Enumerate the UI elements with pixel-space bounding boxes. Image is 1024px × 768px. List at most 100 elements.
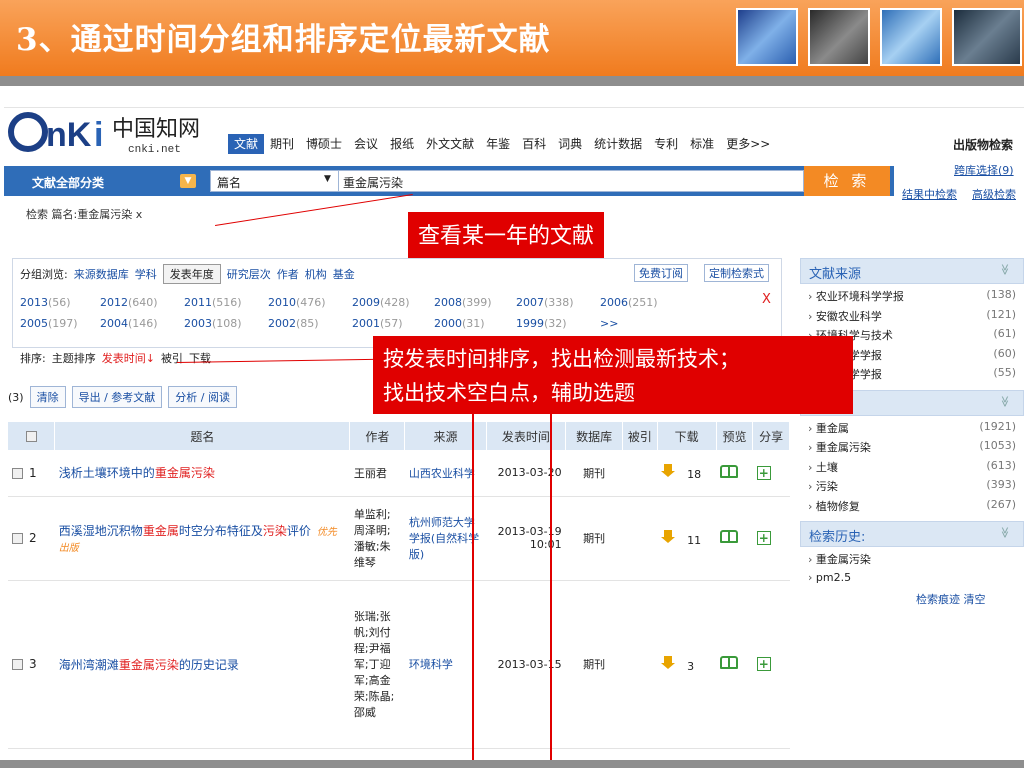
year-filter[interactable]: 2001(57) [352,317,403,330]
nav-item[interactable]: 专利 [648,134,684,154]
download-icon[interactable] [661,655,676,670]
facet-item[interactable]: 重金属 (1921) [808,420,1020,440]
history-panel-header[interactable]: 检索历史: ≫ [800,521,1024,547]
field-dropdown-icon[interactable]: ▼ [324,174,331,184]
download-cell: 11 [657,496,717,581]
nav-item[interactable]: 百科 [516,134,552,154]
group-tab[interactable]: 机构 [305,266,327,282]
history-item[interactable]: 重金属污染 [808,551,1020,571]
download-icon[interactable] [661,464,676,478]
year-filter[interactable]: 2008(399) [434,296,492,309]
sort-option[interactable]: 被引 [161,350,183,366]
table-row[interactable]: 1 浅析土壤环境中的重金属污染 王丽君 山西农业科学 2013-03-20 期刊 18 + [8,450,790,497]
sources-panel-header[interactable]: 文献来源 ≫ [800,258,1024,284]
nav-item[interactable]: 统计数据 [588,134,648,154]
checkbox[interactable] [25,431,37,442]
checkbox[interactable] [12,659,23,670]
plus-icon[interactable]: + [756,465,771,480]
db-select-link[interactable]: 跨库选择(9) [954,162,1014,178]
download-icon[interactable] [661,529,676,544]
category-select[interactable]: 文献全部分类 [10,170,200,192]
history-item[interactable]: pm2.5 [808,571,1020,591]
chevron-down-icon[interactable]: ≫ [999,264,1012,276]
nav-item[interactable]: 博硕士 [300,134,348,154]
cited-count [622,580,658,749]
search-button[interactable]: 检 索 [804,166,890,196]
checkbox[interactable] [12,533,23,544]
plus-icon[interactable]: + [756,657,771,671]
year-filter[interactable]: 2013(56) [20,296,71,309]
nav-item[interactable]: 报纸 [384,134,420,154]
year-filter[interactable]: 2000(31) [434,317,485,330]
facet-item[interactable]: 植物修复 (267) [808,498,1020,518]
chevron-down-icon[interactable]: ▼ [180,174,196,188]
chevron-down-icon[interactable]: ≫ [999,395,1012,407]
sort-option[interactable]: 主题排序 [52,350,96,366]
group-tab[interactable]: 学科 [135,266,157,282]
history-clear-link[interactable]: 清空 [964,593,986,606]
nav-item[interactable]: 年鉴 [480,134,516,154]
sort-option[interactable]: 下载 [189,350,211,366]
export-button[interactable]: 导出 / 参考文献 [71,386,163,408]
year-filter[interactable]: 2010(476) [268,296,326,309]
nav-item[interactable]: 会议 [348,134,384,154]
nav-item[interactable]: 标准 [684,134,720,154]
group-tab[interactable]: 作者 [277,266,299,282]
nav-item[interactable]: 文献 [228,134,265,154]
select-all-header[interactable] [8,422,56,450]
facet-item[interactable]: 安徽农业科学 (121) [808,308,1020,328]
article-title-link[interactable]: 西溪湿地沉积物重金属时空分布特征及污染评价 [59,524,311,538]
search-input[interactable]: 重金属污染 [338,170,804,192]
year-filter[interactable]: 2006(251) [600,296,658,309]
group-tab[interactable]: 来源数据库 [74,266,129,282]
table-row[interactable]: 2 西溪湿地沉积物重金属时空分布特征及污染评价 优先出版 单监利;周泽明;潘敏;朱维琴… [8,496,790,581]
year-filter[interactable]: 2007(338) [516,296,574,309]
plus-icon[interactable]: + [756,531,771,545]
year-filter[interactable]: 2005(197) [20,317,78,330]
nav-item[interactable]: 词典 [552,134,588,154]
facet-item[interactable]: 重金属污染 (1053) [808,439,1020,459]
book-icon[interactable] [720,464,739,478]
browser-strip [4,86,1024,108]
sort-option[interactable]: 发表时间↓ [102,350,155,366]
year-filter[interactable]: 1999(32) [516,317,567,330]
nav-item[interactable]: 外文文献 [420,134,480,154]
year-filter[interactable]: 2009(428) [352,296,410,309]
free-subscribe-button[interactable]: 免费订阅 [634,264,688,282]
analyze-button[interactable]: 分析 / 阅读 [168,386,237,408]
history-trace-link[interactable]: 检索痕迹 [916,593,960,606]
facet-item[interactable]: 污染 (393) [808,478,1020,498]
share-cell: + [752,496,790,581]
article-title-link[interactable]: 浅析土壤环境中的重金属污染 [59,466,215,480]
cnki-logo[interactable]: nK i 中国知网 cnki.net [8,110,218,156]
facet-item[interactable]: 土壤 (613) [808,459,1020,479]
year-filter[interactable]: 2011(516) [184,296,242,309]
facet-count: (60) [993,346,1016,360]
year-filter[interactable]: >> [600,317,618,330]
chevron-down-icon[interactable]: ≫ [999,527,1012,539]
year-filter[interactable]: 2012(640) [100,296,158,309]
clear-button[interactable]: 清除 [29,386,66,408]
checkbox[interactable] [12,467,23,479]
search-within-link[interactable]: 结果中检索 [902,186,957,202]
group-tab[interactable]: 发表年度 [162,264,221,284]
group-tab[interactable]: 基金 [333,266,355,282]
field-select[interactable]: 篇名 [210,170,340,192]
table-row[interactable]: 3 海州湾潮滩重金属污染的历史记录 张瑞;张帆;刘付程;尹福军;丁迎军;高金荣;陈晶… [8,580,790,749]
facet-item[interactable]: 农业环境科学学报 (138) [808,288,1020,308]
nav-item[interactable]: 更多>> [720,134,776,154]
close-icon[interactable]: X [762,292,771,307]
group-tab[interactable]: 研究层次 [227,266,271,282]
book-icon[interactable] [720,530,739,543]
nav-item[interactable]: 期刊 [264,134,300,154]
advanced-search-link[interactable]: 高级检索 [972,186,1016,202]
year-filter[interactable]: 2004(146) [100,317,158,330]
year-count: (428) [380,296,410,309]
book-icon[interactable] [720,656,739,669]
article-title-link[interactable]: 海州湾潮滩重金属污染的历史记录 [59,658,239,672]
auditorium-thumbnail [952,8,1022,66]
publisher-search-link[interactable]: 出版物检索 [953,136,1013,153]
year-filter[interactable]: 2002(85) [268,317,319,330]
custom-expression-button[interactable]: 定制检索式 [704,264,769,282]
year-filter[interactable]: 2003(108) [184,317,242,330]
